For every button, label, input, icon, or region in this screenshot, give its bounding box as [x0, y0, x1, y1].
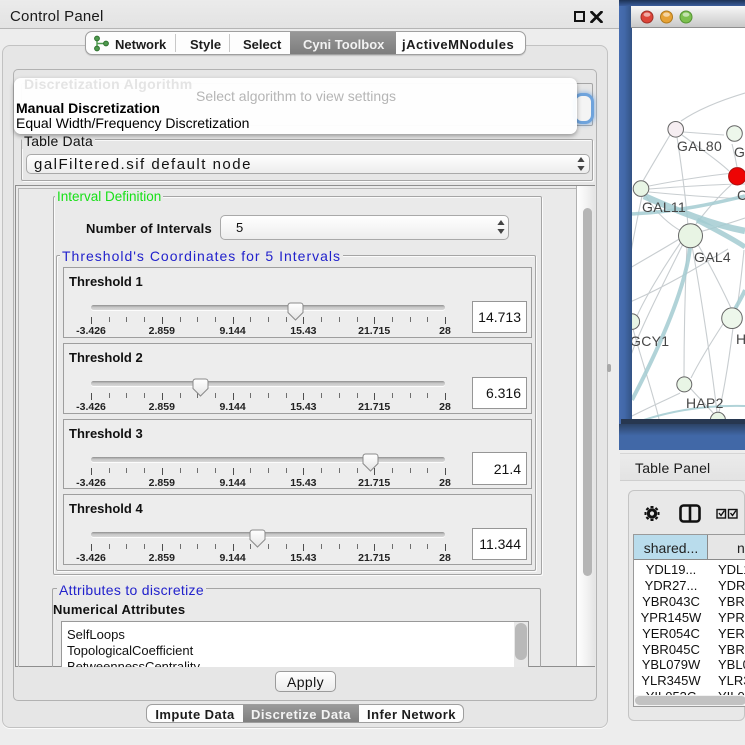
svg-text:GAL11: GAL11 — [642, 199, 686, 215]
svg-text:GAL80: GAL80 — [677, 138, 722, 154]
svg-text:GA: GA — [734, 144, 745, 160]
svg-text:GAL4: GAL4 — [694, 249, 731, 265]
svg-text:HAP2: HAP2 — [686, 395, 724, 411]
svg-text:GCY1: GCY1 — [632, 333, 669, 349]
svg-text:C: C — [737, 187, 745, 203]
svg-text:H: H — [736, 331, 745, 347]
